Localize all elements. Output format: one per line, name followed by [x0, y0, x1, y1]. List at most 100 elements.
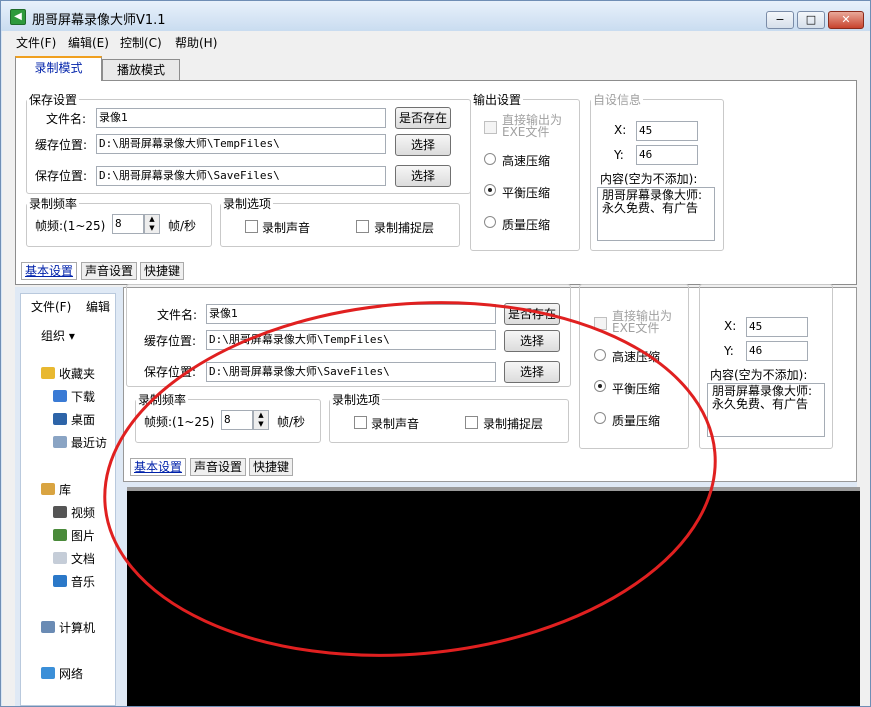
organize-button[interactable]: 组织 ▾ [41, 327, 75, 344]
library-icon [41, 483, 55, 495]
network-item[interactable]: 网络 [59, 667, 83, 681]
favorites-item[interactable]: 收藏夹 [59, 367, 95, 381]
choose-cache-button[interactable]: 选择 [395, 134, 451, 156]
echo-subtab-basic: 基本设置 [130, 458, 187, 476]
echo-filename-input: 录像1 [206, 304, 496, 324]
x-label: X: [614, 123, 627, 137]
echo-layer-label: 录制捕捉层 [483, 417, 544, 431]
fps-input[interactable]: 8 [112, 214, 144, 234]
music-item[interactable]: 音乐 [71, 575, 95, 589]
echo-x-input: 45 [746, 317, 808, 337]
video-icon [53, 506, 67, 518]
echo-freq-legend: 录制频率 [138, 393, 187, 407]
computer-icon [41, 621, 55, 633]
record-layer-label: 录制捕捉层 [374, 221, 435, 235]
check-exists-button[interactable]: 是否存在 [395, 107, 451, 129]
echo-high-radio [594, 349, 606, 361]
echo-choose-cache: 选择 [504, 330, 560, 352]
echo-cache-label: 缓存位置: [144, 334, 197, 348]
echo-content-textarea: 朋哥屏幕录像大师: 永久免费、有广告 [707, 383, 825, 437]
menu-help[interactable]: 帮助(H) [175, 34, 217, 51]
subtab-sound[interactable]: 声音设置 [81, 262, 138, 280]
echo-fps-spinner: ▲ ▼ [253, 410, 269, 430]
echo-y-input: 46 [746, 341, 808, 361]
captured-area: 文件(F) 编辑 组织 ▾ 收藏夹 下载 桌面 最近访 库 视频 图片 文档 音… [15, 284, 860, 706]
record-sound-label: 录制声音 [262, 221, 311, 235]
maximize-button[interactable]: □ [797, 11, 825, 29]
explorer-nav-pane: 文件(F) 编辑 组织 ▾ 收藏夹 下载 桌面 最近访 库 视频 图片 文档 音… [20, 293, 116, 706]
download-item[interactable]: 下载 [71, 390, 95, 404]
echo-filename-label: 文件名: [157, 308, 198, 322]
record-sound-checkbox[interactable] [245, 220, 258, 233]
echo-exe-checkbox [594, 317, 607, 330]
window-title: 朋哥屏幕录像大师V1.1 [32, 13, 166, 28]
title-bar: ◀ 朋哥屏幕录像大师V1.1 − □ ✕ [1, 1, 870, 31]
x-input[interactable]: 45 [636, 121, 698, 141]
computer-item[interactable]: 计算机 [59, 621, 95, 635]
menu-control[interactable]: 控制(C) [120, 34, 162, 51]
menu-edit[interactable]: 编辑(E) [68, 34, 109, 51]
echo-fps-label: 帧频:(1~25) [144, 415, 215, 429]
save-location-label: 保存位置: [35, 169, 88, 183]
high-compress-radio[interactable] [484, 153, 496, 165]
choose-save-button[interactable]: 选择 [395, 165, 451, 187]
explorer-menu-edit[interactable]: 编辑 [86, 298, 110, 315]
docs-icon [53, 552, 67, 564]
echo-quality-label: 质量压缩 [612, 414, 661, 428]
cache-location-label: 缓存位置: [35, 138, 88, 152]
direct-exe-checkbox[interactable] [484, 121, 497, 134]
echo-balance-label: 平衡压缩 [612, 382, 661, 396]
echo-choose-save: 选择 [504, 361, 560, 383]
echo-save-label: 保存位置: [144, 365, 197, 379]
balance-compress-label: 平衡压缩 [502, 186, 551, 200]
output-settings-legend: 输出设置 [473, 93, 522, 107]
docs-item[interactable]: 文档 [71, 552, 95, 566]
client-area: 录制模式 播放模式 保存设置 文件名: 录像1 是否存在 缓存位置: D:\朋哥… [2, 51, 870, 706]
cache-path-input[interactable]: D:\朋哥屏幕录像大师\TempFiles\ [96, 134, 386, 154]
echo-subtab-hotkey: 快捷键 [249, 458, 294, 476]
desktop-item[interactable]: 桌面 [71, 413, 95, 427]
balance-compress-radio[interactable] [484, 184, 496, 196]
save-path-input[interactable]: D:\朋哥屏幕录像大师\SaveFiles\ [96, 166, 386, 186]
spin-down-icon[interactable]: ▼ [145, 224, 159, 233]
music-icon [53, 575, 67, 587]
subtab-basic[interactable]: 基本设置 [21, 262, 78, 280]
high-compress-label: 高速压缩 [502, 154, 551, 168]
quality-compress-radio[interactable] [484, 216, 496, 228]
recent-icon [53, 436, 67, 448]
fps-unit-label: 帧/秒 [168, 219, 197, 233]
echo-fps-unit: 帧/秒 [277, 415, 306, 429]
close-button[interactable]: ✕ [828, 11, 864, 29]
app-logo-icon: ◀ [10, 9, 26, 25]
record-panel: 保存设置 文件名: 录像1 是否存在 缓存位置: D:\朋哥屏幕录像大师\Tem… [15, 80, 857, 285]
video-item[interactable]: 视频 [71, 506, 95, 520]
picture-item[interactable]: 图片 [71, 529, 95, 543]
spin-up-icon[interactable]: ▲ [145, 215, 159, 224]
explorer-menu-file[interactable]: 文件(F) [31, 298, 71, 315]
y-input[interactable]: 46 [636, 145, 698, 165]
filename-input[interactable]: 录像1 [96, 108, 386, 128]
subtab-hotkey[interactable]: 快捷键 [140, 262, 185, 280]
content-textarea[interactable]: 朋哥屏幕录像大师: 永久免费、有广告 [597, 187, 715, 241]
download-icon [53, 390, 67, 402]
record-options-legend: 录制选项 [223, 197, 272, 211]
echo-x-label: X: [724, 319, 737, 333]
tab-record-mode[interactable]: 录制模式 [15, 56, 102, 81]
minimize-button[interactable]: − [766, 11, 794, 29]
echo-cache-input: D:\朋哥屏幕录像大师\TempFiles\ [206, 330, 496, 350]
echo-balance-radio [594, 380, 606, 392]
app-window: ◀ 朋哥屏幕录像大师V1.1 − □ ✕ 文件(F) 编辑(E) 控制(C) 帮… [0, 0, 871, 707]
tab-play-mode[interactable]: 播放模式 [102, 59, 180, 81]
quality-compress-label: 质量压缩 [502, 218, 551, 232]
echo-save-input: D:\朋哥屏幕录像大师\SaveFiles\ [206, 362, 496, 382]
direct-exe-label: 直接输出为 EXE文件 [502, 113, 563, 139]
menu-file[interactable]: 文件(F) [16, 34, 56, 51]
custom-info-legend: 自设信息 [593, 93, 642, 107]
record-layer-checkbox[interactable] [356, 220, 369, 233]
library-item[interactable]: 库 [59, 483, 71, 497]
recent-item[interactable]: 最近访 [71, 436, 107, 450]
desktop-icon [53, 413, 67, 425]
echo-options-legend: 录制选项 [332, 393, 381, 407]
fps-spinner[interactable]: ▲ ▼ [144, 214, 160, 234]
filename-label: 文件名: [46, 112, 87, 126]
